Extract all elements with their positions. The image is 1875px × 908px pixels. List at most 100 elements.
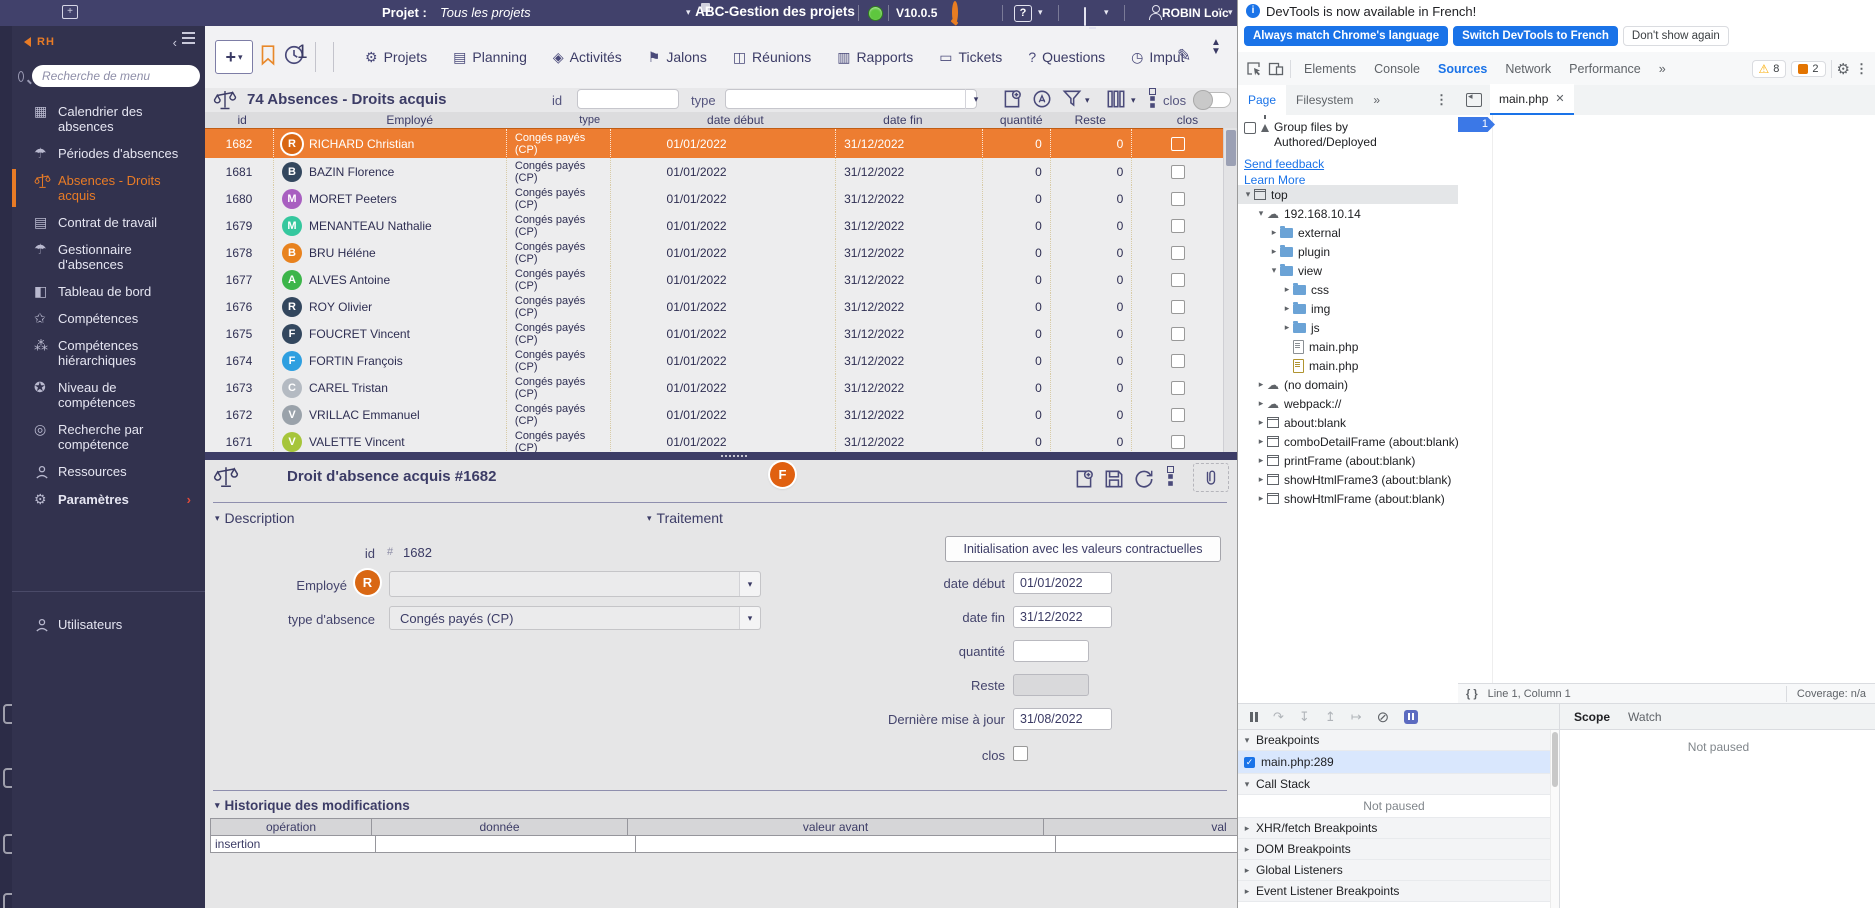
column-header-type[interactable]: type bbox=[532, 112, 643, 128]
device-toolbar-icon[interactable] bbox=[1268, 61, 1284, 77]
send-feedback-link[interactable]: Send feedback bbox=[1244, 157, 1324, 171]
inspect-icon[interactable] bbox=[1246, 61, 1262, 77]
section-header-event-listener-breakpoints[interactable]: ▸Event Listener Breakpoints bbox=[1238, 881, 1550, 902]
devtools-tab-performance[interactable]: Performance bbox=[1560, 52, 1650, 85]
column-header-clos[interactable]: clos bbox=[1138, 112, 1237, 128]
tree-expand-arrow[interactable]: ▸ bbox=[1255, 436, 1267, 447]
breakpoint-entry[interactable]: ✓main.php:289 bbox=[1238, 751, 1550, 774]
table-row[interactable]: 1674FFORTIN FrançoisCongés payés (CP)01/… bbox=[205, 347, 1223, 375]
hide-navigator-icon[interactable] bbox=[1466, 93, 1482, 107]
add-record-icon[interactable] bbox=[1001, 88, 1023, 110]
devtools-tab-console[interactable]: Console bbox=[1365, 52, 1429, 85]
clos-checkbox[interactable] bbox=[1171, 165, 1185, 179]
devtools-menu-icon[interactable]: ⋮ bbox=[1855, 61, 1868, 77]
collapse-chevron-icon[interactable]: ‹ bbox=[173, 35, 177, 50]
tree-expand-arrow[interactable]: ▸ bbox=[1268, 246, 1280, 257]
column-header-date-fin[interactable]: date fin bbox=[828, 112, 979, 128]
clos-checkbox[interactable] bbox=[1171, 327, 1185, 341]
display-dropdown-caret[interactable]: ▾ bbox=[1104, 7, 1109, 18]
table-row[interactable]: 1682RRICHARD ChristianCongés payés (CP)0… bbox=[205, 128, 1223, 160]
sidebar-item-p-riodes-d-absences[interactable]: ☂Périodes d'absences bbox=[12, 140, 205, 167]
user-name[interactable]: ROBIN Loïc bbox=[1162, 6, 1229, 20]
tree-item-js[interactable]: ▸js bbox=[1238, 318, 1458, 337]
step-icon[interactable]: ↦ bbox=[1351, 709, 1362, 725]
sidebar-item-tableau-de-bord[interactable]: ◧Tableau de bord bbox=[12, 278, 205, 305]
tree-item-main-php[interactable]: main.php bbox=[1238, 356, 1458, 375]
help-icon[interactable]: ? bbox=[1014, 5, 1032, 22]
display-icon[interactable] bbox=[1084, 7, 1086, 26]
section-header-xhr-fetch-breakpoints[interactable]: ▸XHR/fetch Breakpoints bbox=[1238, 818, 1550, 839]
navigator-tab-filesystem[interactable]: Filesystem bbox=[1286, 85, 1363, 115]
tree-item-combodetailframe-about-blank-[interactable]: ▸comboDetailFrame (about:blank) bbox=[1238, 432, 1458, 451]
tree-item-192-168-10-14[interactable]: ▾☁192.168.10.14 bbox=[1238, 204, 1458, 223]
clos-checkbox[interactable] bbox=[1171, 381, 1185, 395]
list-more-menu-icon[interactable] bbox=[1149, 88, 1156, 95]
type-combo[interactable]: Congés payés (CP)▾ bbox=[389, 606, 761, 630]
column-header-date-d-but[interactable]: date début bbox=[643, 112, 827, 128]
toolbar-menu-activit-s[interactable]: ◈Activités bbox=[553, 49, 622, 66]
tree-item-showhtmlframe-about-blank-[interactable]: ▸showHtmlFrame (about:blank) bbox=[1238, 489, 1458, 508]
tree-item-showhtmlframe3-about-blank-[interactable]: ▸showHtmlFrame3 (about:blank) bbox=[1238, 470, 1458, 489]
help-dropdown-caret[interactable]: ▾ bbox=[1038, 7, 1043, 18]
history-row[interactable]: insertion bbox=[210, 836, 1237, 853]
filter-icon[interactable] bbox=[1061, 88, 1083, 110]
table-row[interactable]: 1677AALVES AntoineCongés payés (CP)01/01… bbox=[205, 266, 1223, 294]
column-header-reste[interactable]: Reste bbox=[1051, 112, 1138, 128]
step-out-icon[interactable]: ↥ bbox=[1325, 709, 1336, 725]
type-filter-caret[interactable]: ▾ bbox=[965, 89, 986, 109]
save-icon[interactable] bbox=[1103, 468, 1125, 490]
columns-icon[interactable] bbox=[1105, 88, 1127, 110]
tree-expand-arrow[interactable]: ▸ bbox=[1255, 417, 1267, 428]
sidebar-item-niveau-de-comp-tences[interactable]: ✪Niveau de compétences bbox=[12, 374, 205, 416]
detail-more-menu-icon[interactable] bbox=[1167, 466, 1174, 473]
clos-checkbox[interactable] bbox=[1171, 192, 1185, 206]
field-input-date-fin[interactable] bbox=[1013, 606, 1112, 628]
navigator-more-chevron[interactable]: » bbox=[1363, 85, 1390, 115]
init-contract-values-button[interactable]: Initialisation avec les valeurs contract… bbox=[945, 536, 1221, 562]
table-row[interactable]: 1676RROY OlivierCongés payés (CP)01/01/2… bbox=[205, 293, 1223, 321]
section-header-breakpoints[interactable]: ▾Breakpoints bbox=[1238, 730, 1550, 751]
clos-checkbox[interactable] bbox=[1171, 246, 1185, 260]
detail-add-icon[interactable] bbox=[1073, 468, 1095, 490]
description-section-header[interactable]: ▾Description bbox=[215, 510, 295, 526]
clos-checkbox[interactable] bbox=[1171, 137, 1185, 151]
menu-search-input[interactable] bbox=[32, 65, 200, 87]
clos-checkbox[interactable] bbox=[1171, 354, 1185, 368]
navigator-menu-icon[interactable]: ⋮ bbox=[1435, 92, 1458, 108]
tree-expand-arrow[interactable]: ▸ bbox=[1255, 455, 1267, 466]
close-tab-icon[interactable]: ✕ bbox=[1555, 92, 1564, 105]
edit-pencil-icon[interactable]: ✎ bbox=[1177, 46, 1191, 66]
tree-expand-arrow[interactable]: ▸ bbox=[1255, 474, 1267, 485]
project-selector-value[interactable]: Tous les projets bbox=[440, 5, 531, 20]
traitement-section-header[interactable]: ▾Traitement bbox=[647, 510, 723, 526]
clos-checkbox[interactable] bbox=[1171, 273, 1185, 287]
warnings-badge[interactable]: ⚠8 bbox=[1752, 60, 1787, 78]
step-into-icon[interactable]: ↧ bbox=[1299, 709, 1310, 725]
sidebar-item-param-tres[interactable]: ⚙Paramètres› bbox=[12, 486, 205, 513]
clos-checkbox[interactable] bbox=[1171, 300, 1185, 314]
menu-hamburger-icon[interactable] bbox=[182, 32, 195, 34]
tree-item-external[interactable]: ▸external bbox=[1238, 223, 1458, 242]
table-row[interactable]: 1671VVALETTE VincentCongés payés (CP)01/… bbox=[205, 428, 1223, 452]
tree-item-webpack-[interactable]: ▸☁webpack:// bbox=[1238, 394, 1458, 413]
refresh-icon[interactable] bbox=[1133, 468, 1155, 490]
table-row[interactable]: 1673CCAREL TristanCongés payés (CP)01/01… bbox=[205, 374, 1223, 402]
sidebar-item-gestionnaire-d-absences[interactable]: ☂Gestionnaire d'absences bbox=[12, 236, 205, 278]
tree-expand-arrow[interactable]: ▸ bbox=[1255, 398, 1267, 409]
field-input-reste[interactable] bbox=[1013, 674, 1089, 696]
filter-caret[interactable]: ▾ bbox=[1085, 95, 1090, 106]
tree-expand-arrow[interactable]: ▸ bbox=[1255, 493, 1267, 504]
columns-caret[interactable]: ▾ bbox=[1131, 95, 1136, 106]
toolbar-menu-projets[interactable]: ⚙Projets bbox=[365, 49, 427, 66]
column-header-employ-[interactable]: Employé bbox=[279, 112, 532, 128]
section-header-global-listeners[interactable]: ▸Global Listeners bbox=[1238, 860, 1550, 881]
tree-expand-arrow[interactable]: ▸ bbox=[1281, 284, 1293, 295]
tab-watch[interactable]: Watch bbox=[1628, 710, 1662, 724]
pause-script-icon[interactable] bbox=[1250, 712, 1253, 722]
table-row[interactable]: 1678BBRU HéléneCongés payés (CP)01/01/20… bbox=[205, 239, 1223, 267]
breakpoint-checkbox[interactable]: ✓ bbox=[1244, 757, 1255, 768]
tree-item-main-php[interactable]: main.php bbox=[1238, 337, 1458, 356]
tree-expand-arrow[interactable]: ▸ bbox=[1281, 322, 1293, 333]
toolbar-menu-r-unions[interactable]: ◫Réunions bbox=[733, 49, 811, 66]
tree-item-css[interactable]: ▸css bbox=[1238, 280, 1458, 299]
